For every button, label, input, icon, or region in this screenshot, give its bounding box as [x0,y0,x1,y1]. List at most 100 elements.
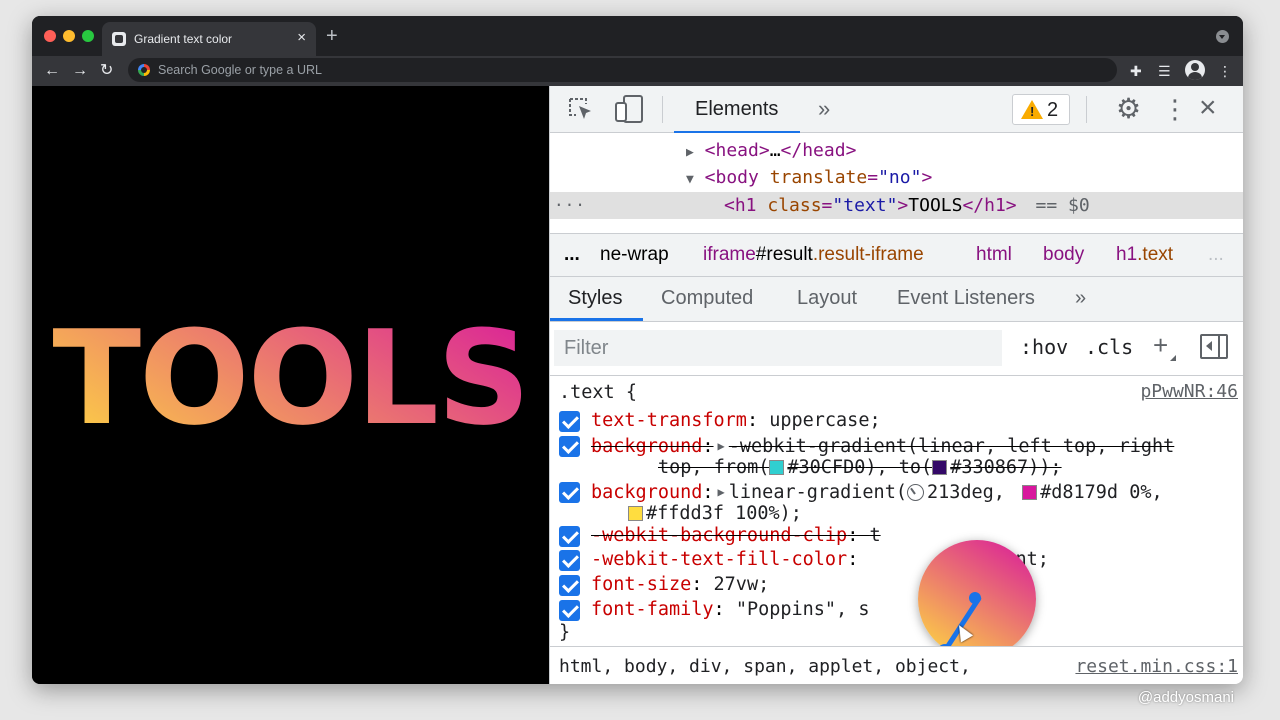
declaration-font-family[interactable]: font-family: "Poppins", s [591,598,869,622]
active-tab-underline [550,318,643,321]
breadcrumb-item-body[interactable]: body [1043,244,1084,266]
back-button[interactable]: ← [44,60,60,82]
color-value: #ffdd3f [646,503,724,524]
reload-button[interactable]: ↻ [100,60,113,82]
dom-tree: ▶ <head>…</head> ▼ <body translate="no">… [550,133,1243,233]
rule-source-link[interactable]: pPwwNR:46 [1140,381,1238,402]
warning-icon [1021,100,1043,119]
declaration-checkbox[interactable] [559,436,580,457]
gradient-heading: TOOLS [32,308,549,448]
minimize-window-button[interactable] [63,30,75,42]
property-value: )); [1028,457,1062,478]
crumb-tag: iframe [703,244,756,265]
angle-clock-picker[interactable] [918,540,1036,660]
head-ellipsis: … [769,140,781,161]
toggle-sidebar-icon[interactable] [1200,334,1228,359]
maximize-window-button[interactable] [82,30,94,42]
rule-close-brace: } [559,622,571,643]
breadcrumb-item-html[interactable]: html [976,244,1012,266]
color-swatch[interactable] [628,506,643,521]
hover-state-toggle[interactable]: :hov [1020,335,1068,359]
rule-source-link[interactable]: reset.min.css:1 [1075,656,1238,677]
expand-triangle-icon[interactable]: ▶ [718,434,725,458]
more-panes-chevron-icon[interactable]: » [1075,287,1086,310]
omnibox[interactable]: Search Google or type a URL [128,58,1117,82]
browser-tab[interactable]: Gradient text color × [102,22,316,56]
expand-triangle-icon[interactable]: ▶ [718,480,725,504]
property-name: font-size [591,574,692,595]
forward-button[interactable]: → [72,60,88,82]
rule-selector[interactable]: .text { [559,381,637,405]
head-close-tag: </head> [780,140,857,161]
property-value: uppercase; [769,410,881,431]
watermark: @addyosmani [1137,689,1234,706]
dom-node-body[interactable]: ▼ <body translate="no"> [686,166,932,192]
declaration-checkbox[interactable] [559,550,580,571]
body-attr-name: translate [769,167,868,188]
property-value: ), to( [865,457,933,478]
angle-clock-center [969,592,981,604]
dom-node-head[interactable]: ▶ <head>…</head> [686,139,856,165]
tab-styles[interactable]: Styles [568,287,622,310]
codepen-favicon-icon [112,32,126,46]
tab-search-icon[interactable] [1216,30,1229,43]
color-value: #d8179d [1040,482,1119,503]
tab-computed[interactable]: Computed [661,287,753,310]
tab-title: Gradient text color [134,32,233,46]
breadcrumb-item-iframe[interactable]: iframe#result.result-iframe [703,244,924,266]
declaration-checkbox[interactable] [559,600,580,621]
new-tab-button[interactable]: + [326,24,338,48]
breadcrumb-item[interactable]: ne-wrap [600,244,669,266]
google-icon [138,64,150,76]
property-name: background [591,482,703,503]
rule-selector[interactable]: html, body, div, span, applet, object, [559,656,971,677]
styles-filter-input[interactable] [554,330,1002,366]
extensions-puzzle-icon[interactable]: ✚ [1130,61,1142,81]
new-style-rule-button[interactable]: + [1153,331,1177,361]
browser-window: Gradient text color × + ← → ↻ Search Goo… [32,16,1243,684]
crumb-class: .text [1137,244,1174,265]
declaration-webkit-background-clip[interactable]: -webkit-background-clip: t [591,524,881,548]
devtools-menu-icon[interactable]: ⋮ [1162,94,1188,124]
profile-avatar[interactable] [1185,60,1205,80]
angle-clock-icon[interactable] [906,484,924,501]
dom-node-h1[interactable]: <h1 class="text">TOOLS</h1> == $0 [724,194,1090,218]
omnibox-placeholder: Search Google or type a URL [158,63,322,77]
color-swatch[interactable] [932,460,948,475]
inspect-element-icon[interactable] [568,97,594,121]
declaration-checkbox[interactable] [559,575,580,596]
crumb-id: #result [755,244,813,265]
close-window-button[interactable] [44,30,56,42]
declaration-font-size[interactable]: font-size: 27vw; [591,573,769,597]
color-value: #30CFD0 [787,457,866,478]
browser-menu-icon[interactable]: ⋮ [1218,61,1232,81]
reading-list-icon[interactable]: ☰ [1158,61,1171,81]
settings-gear-icon[interactable]: ⚙ [1116,93,1141,125]
class-toggle[interactable]: .cls [1085,335,1133,359]
breadcrumb-overflow-right[interactable]: ... [1208,244,1224,266]
node-actions-ellipsis[interactable]: ... [554,191,586,210]
declaration-checkbox[interactable] [559,526,580,547]
tab-layout[interactable]: Layout [797,287,857,310]
color-value: #330867 [950,457,1029,478]
declaration-text-transform[interactable]: text-transform: uppercase; [591,409,881,433]
property-value: top, from( [658,457,770,478]
tab-event-listeners[interactable]: Event Listeners [897,287,1035,310]
close-devtools-icon[interactable]: × [1199,91,1217,125]
more-tabs-chevron-icon[interactable]: » [818,96,830,122]
breadcrumb-item-h1[interactable]: h1.text [1116,244,1173,266]
collapse-triangle-icon[interactable]: ▼ [686,172,694,187]
issues-counter-button[interactable]: 2 [1012,94,1070,125]
breadcrumb-overflow-left[interactable]: ... [564,244,580,266]
property-name: font-family [591,599,714,620]
tab-elements[interactable]: Elements [674,86,800,133]
property-value: 27vw; [713,574,770,595]
declaration-checkbox[interactable] [559,482,580,503]
color-swatch[interactable] [1022,485,1038,500]
selected-marker: == $0 [1035,195,1090,216]
color-swatch[interactable] [769,460,785,475]
device-toolbar-icon[interactable] [614,95,644,123]
declaration-checkbox[interactable] [559,411,580,432]
expand-triangle-icon[interactable]: ▶ [686,145,694,160]
tab-close-icon[interactable]: × [297,29,306,47]
